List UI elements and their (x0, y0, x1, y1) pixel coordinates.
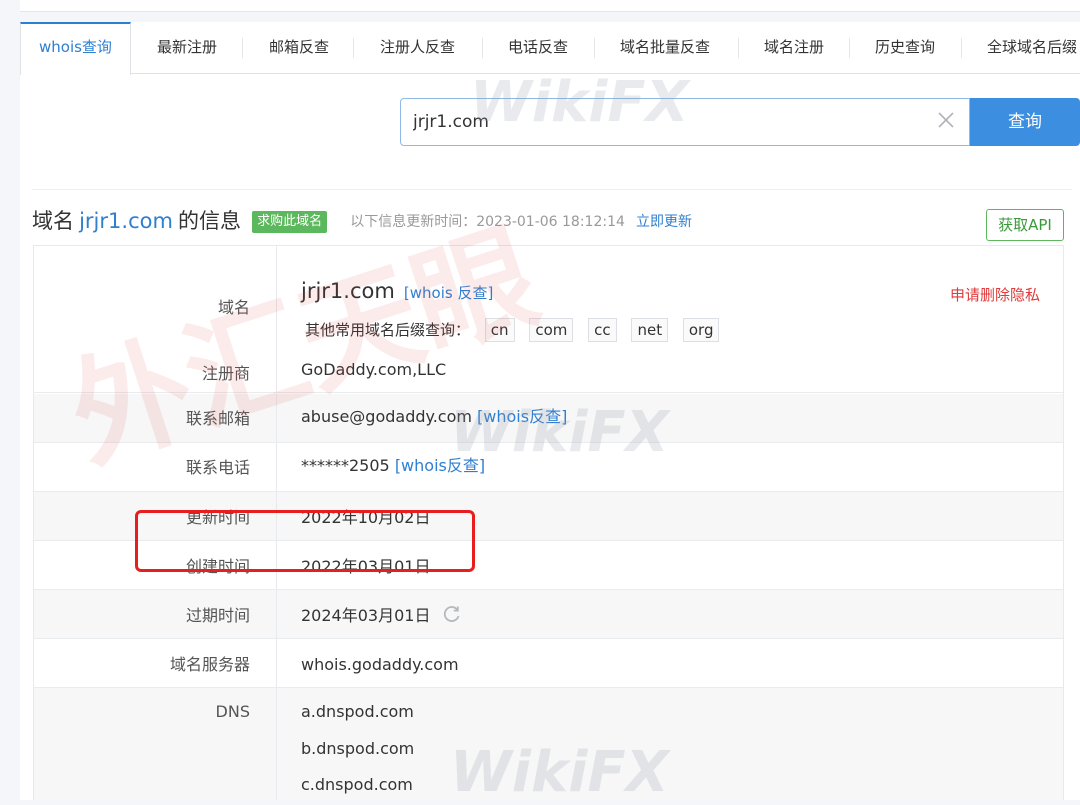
dns-ns-3: c.dnspod.com (301, 775, 413, 794)
tab-separator (242, 38, 243, 58)
update-time-text: 以下信息更新时间：2023-01-06 18:12:14 (350, 214, 625, 230)
tab-batch-reverse[interactable]: 域名批量反查 (620, 22, 710, 74)
tld-cn[interactable]: cn (484, 318, 515, 342)
table-row-dns: DNS a.dnspod.com b.dnspod.com c.dnspod.c… (34, 688, 1063, 800)
top-bar (20, 0, 1080, 12)
row-label: 域名 注册商 (34, 246, 277, 392)
tab-whois[interactable]: whois查询 (20, 22, 131, 75)
registrar-label: 注册商 (201, 364, 250, 383)
divider (32, 189, 1072, 190)
email-text: abuse@godaddy.com (301, 407, 472, 426)
tab-separator (849, 38, 850, 58)
tld-label: 其他常用域名后缀查询： (305, 321, 471, 339)
phone-value: ******2505 [whois反查] (301, 443, 485, 488)
tab-separator (482, 38, 483, 58)
dns-ns-2: b.dnspod.com (301, 739, 415, 758)
tab-email-reverse[interactable]: 邮箱反查 (269, 22, 329, 74)
tld-suggestions: 其他常用域名后缀查询： cn com cc net org (305, 318, 720, 342)
tab-separator (961, 38, 962, 58)
tld-org[interactable]: org (682, 318, 720, 342)
phone-whois-link[interactable]: [whois反查] (395, 456, 485, 475)
dns-label-cell: DNS (34, 688, 277, 800)
dns-ns-1: a.dnspod.com (301, 702, 414, 721)
search-button[interactable]: 查询 (970, 98, 1080, 146)
domain-value: jrjr1.com [whois 反查] (301, 279, 493, 303)
whois-reverse-link[interactable]: [whois 反查] (404, 284, 493, 302)
tab-phone-reverse[interactable]: 电话反查 (508, 22, 568, 74)
tab-separator (353, 38, 354, 58)
table-row-phone: 联系电话 ******2505 [whois反查] (34, 443, 1063, 492)
tld-com[interactable]: com (529, 318, 574, 342)
domain-name: jrjr1.com (301, 279, 395, 303)
tab-registrant-reverse[interactable]: 注册人反查 (380, 22, 455, 74)
server-value: whois.godaddy.com (301, 655, 459, 674)
table-row-expires: 过期时间 2024年03月01日 (34, 590, 1063, 641)
get-api-button[interactable]: 获取API (986, 209, 1064, 241)
title-domain: jrjr1.com (79, 209, 173, 233)
expires-label: 过期时间 (34, 590, 277, 638)
tab-domain-register[interactable]: 域名注册 (764, 22, 824, 74)
tab-history[interactable]: 历史查询 (875, 22, 935, 74)
table-row-domain: 域名 注册商 jrjr1.com [whois 反查] 申请删除隐私 其他常用域… (34, 246, 1063, 393)
whois-page: whois查询 最新注册 邮箱反查 注册人反查 电话反查 域名批量反查 域名注册… (20, 22, 1080, 800)
email-whois-link[interactable]: [whois反查] (477, 407, 567, 426)
tab-new-registrations[interactable]: 最新注册 (157, 22, 217, 74)
search-box (400, 98, 970, 146)
page-title: 域名 jrjr1.com 的信息 求购此域名 以下信息更新时间：2023-01-… (32, 206, 692, 236)
tld-net[interactable]: net (631, 318, 669, 342)
title-suffix: 的信息 (178, 209, 242, 233)
table-row-email: 联系邮箱 abuse@godaddy.com [whois反查] (34, 394, 1063, 443)
dns-label: DNS (215, 702, 250, 721)
phone-label: 联系电话 (34, 443, 277, 491)
refresh-now-link[interactable]: 立即更新 (636, 214, 692, 230)
phone-text: ******2505 (301, 456, 390, 475)
server-label: 域名服务器 (34, 639, 277, 687)
tab-separator (738, 38, 739, 58)
highlight-annotation (135, 510, 475, 572)
refresh-icon[interactable] (442, 604, 462, 624)
search-input[interactable] (413, 99, 923, 145)
tab-global-suffixes[interactable]: 全球域名后缀 (987, 22, 1080, 74)
close-icon[interactable] (935, 109, 957, 131)
tab-bar: whois查询 最新注册 邮箱反查 注册人反查 电话反查 域名批量反查 域名注册… (20, 22, 1080, 75)
buy-domain-badge[interactable]: 求购此域名 (252, 211, 328, 233)
table-row-whois-server: 域名服务器 whois.godaddy.com (34, 639, 1063, 688)
expires-text: 2024年03月01日 (301, 606, 431, 625)
domain-label: 域名 (217, 298, 250, 317)
expires-value: 2024年03月01日 (301, 590, 462, 641)
email-value: abuse@godaddy.com [whois反查] (301, 394, 567, 439)
delete-privacy-link[interactable]: 申请删除隐私 (950, 284, 1040, 305)
title-prefix: 域名 (32, 209, 74, 233)
email-label: 联系邮箱 (34, 394, 277, 442)
tab-separator (594, 38, 595, 58)
registrar-value: GoDaddy.com,LLC (301, 360, 447, 379)
tld-cc[interactable]: cc (588, 318, 617, 342)
